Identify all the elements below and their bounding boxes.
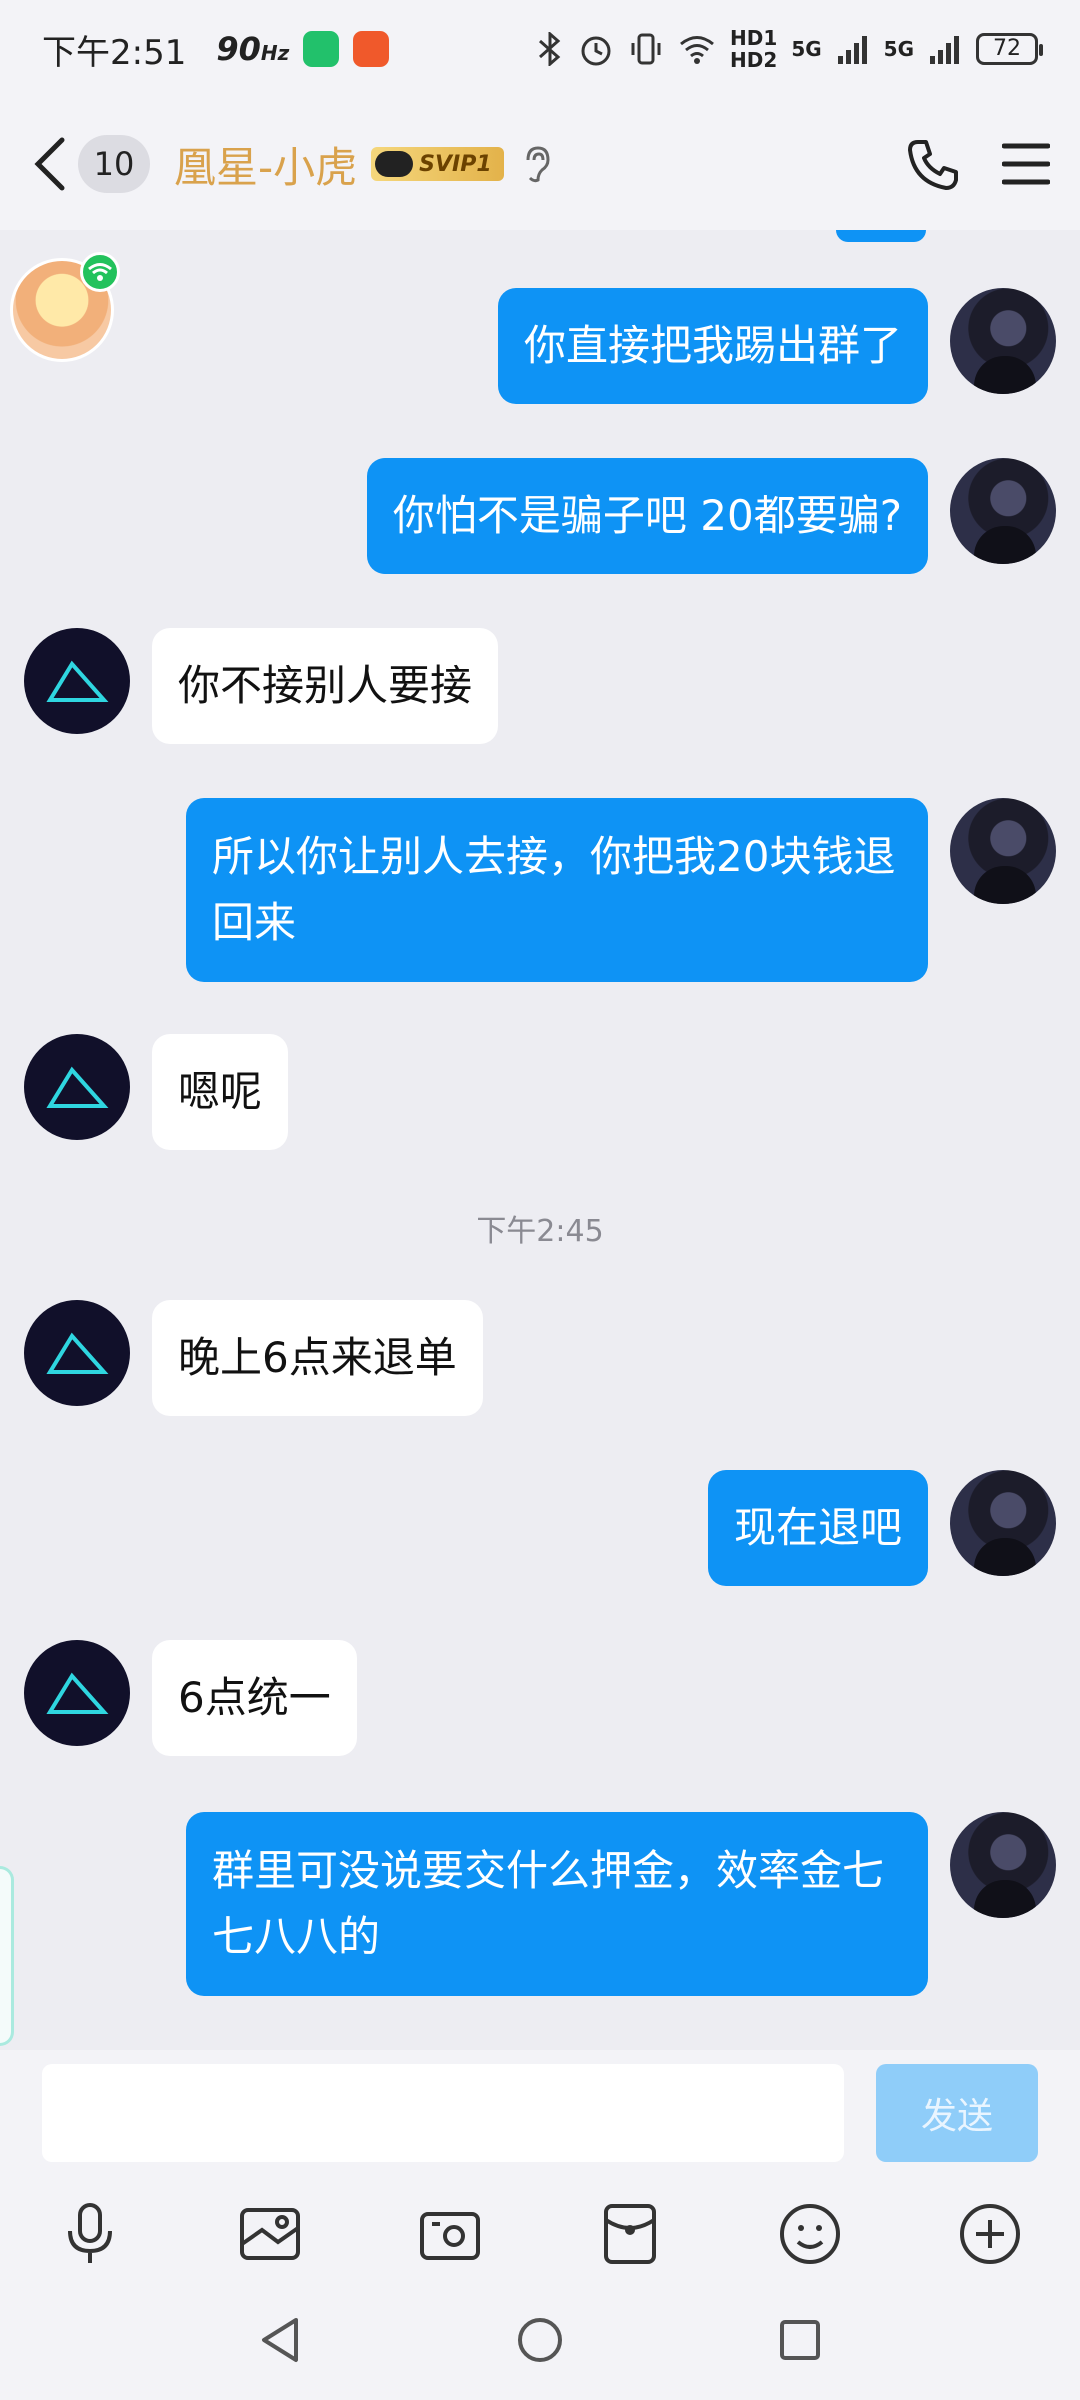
triangle-logo-icon xyxy=(46,1672,109,1714)
alarm-icon xyxy=(581,36,611,66)
system-home-button[interactable] xyxy=(510,2310,570,2370)
triangle-logo-icon xyxy=(46,660,109,702)
emoji-button[interactable] xyxy=(774,2198,846,2270)
back-icon xyxy=(34,137,65,191)
notification-app-icon xyxy=(353,31,390,67)
camera-icon xyxy=(420,2212,480,2260)
message-bubble-received[interactable]: 你不接别人要接 xyxy=(152,628,499,744)
unread-count-badge: 10 xyxy=(78,135,150,193)
signal-icon-2 xyxy=(930,36,959,64)
contact-avatar[interactable] xyxy=(24,1640,130,1746)
camera-button[interactable] xyxy=(414,2198,486,2270)
circle-home-icon xyxy=(518,2318,562,2362)
plus-icon xyxy=(960,2204,1020,2264)
phone-icon[interactable] xyxy=(906,136,962,192)
svip-badge[interactable]: SVIP1 xyxy=(371,147,504,181)
my-avatar[interactable] xyxy=(950,458,1056,564)
hd-indicator: HD1 HD2 xyxy=(730,26,778,72)
input-toolbar xyxy=(0,2180,1080,2280)
album-button[interactable] xyxy=(234,2198,306,2270)
network-type-1: 5G xyxy=(791,37,822,61)
side-drawer-handle[interactable] xyxy=(0,1866,14,2046)
status-bar: 下午2:51 90Hz HD1 HD2 5G 5G 72 xyxy=(0,0,1080,98)
status-time: 下午2:51 xyxy=(42,32,187,73)
contact-avatar[interactable] xyxy=(24,1034,130,1140)
message-bubble-received[interactable]: 嗯呢 xyxy=(152,1034,289,1150)
send-button[interactable]: 发送 xyxy=(876,2064,1038,2162)
square-recents-icon xyxy=(780,2320,820,2360)
more-button[interactable] xyxy=(954,2198,1026,2270)
system-back-button[interactable] xyxy=(250,2310,310,2370)
message-timestamp: 下午2:45 xyxy=(476,1214,604,1249)
message-bubble-sent[interactable]: 你直接把我踢出群了 xyxy=(497,288,928,404)
online-wifi-icon xyxy=(80,252,120,292)
message-bubble-received[interactable]: 6点统一 xyxy=(152,1640,357,1756)
voice-button[interactable] xyxy=(54,2198,126,2270)
my-avatar[interactable] xyxy=(950,288,1056,394)
bluetooth-icon xyxy=(539,32,561,66)
network-type-2: 5G xyxy=(883,37,914,61)
contact-avatar[interactable] xyxy=(24,628,130,734)
chat-title[interactable]: 凰星-小虎 xyxy=(174,134,357,195)
message-bubble-sent[interactable]: 现在退吧 xyxy=(707,1470,928,1586)
red-packet-button[interactable] xyxy=(594,2198,666,2270)
contact-avatar[interactable] xyxy=(24,1300,130,1406)
message-list[interactable]: 你直接把我踢出群了 你怕不是骗子吧 20都要骗? 你不接别人要接 所以你让别人去… xyxy=(0,230,1080,2050)
my-avatar[interactable] xyxy=(950,1470,1056,1576)
input-area: 发送 xyxy=(0,2050,1080,2180)
chat-header: 10 凰星-小虎 SVIP1 xyxy=(0,98,1080,230)
triangle-back-icon xyxy=(262,2318,298,2362)
my-avatar[interactable] xyxy=(950,1812,1056,1918)
message-bubble-sent[interactable]: 群里可没说要交什么押金，效率金七七八八的 xyxy=(186,1812,928,1996)
refresh-rate: 90Hz xyxy=(216,30,290,68)
message-bubble-received[interactable]: 晚上6点来退单 xyxy=(152,1300,483,1416)
red-packet-icon xyxy=(604,2204,656,2264)
emoji-icon xyxy=(780,2204,840,2264)
message-bubble-sent[interactable]: 所以你让别人去接，你把我20块钱退回来 xyxy=(186,798,928,982)
battery-indicator: 72 xyxy=(976,33,1043,65)
system-navigation-bar xyxy=(0,2280,1080,2400)
menu-icon[interactable] xyxy=(1002,142,1050,186)
ear-icon[interactable] xyxy=(522,144,552,184)
triangle-logo-icon xyxy=(46,1332,109,1374)
microphone-icon xyxy=(68,2203,112,2263)
message-input[interactable] xyxy=(42,2064,844,2162)
messages-app-icon xyxy=(303,31,340,67)
my-avatar[interactable] xyxy=(950,798,1056,904)
message-bubble-sent[interactable]: 你怕不是骗子吧 20都要骗? xyxy=(366,458,928,574)
vibrate-icon xyxy=(631,33,661,65)
signal-icon xyxy=(837,36,867,64)
back-button[interactable]: 10 xyxy=(30,134,150,194)
previous-message-edge xyxy=(836,230,926,242)
image-icon xyxy=(240,2208,300,2260)
system-recents-button[interactable] xyxy=(770,2310,830,2370)
triangle-logo-icon xyxy=(46,1066,109,1108)
wifi-icon xyxy=(680,36,714,64)
